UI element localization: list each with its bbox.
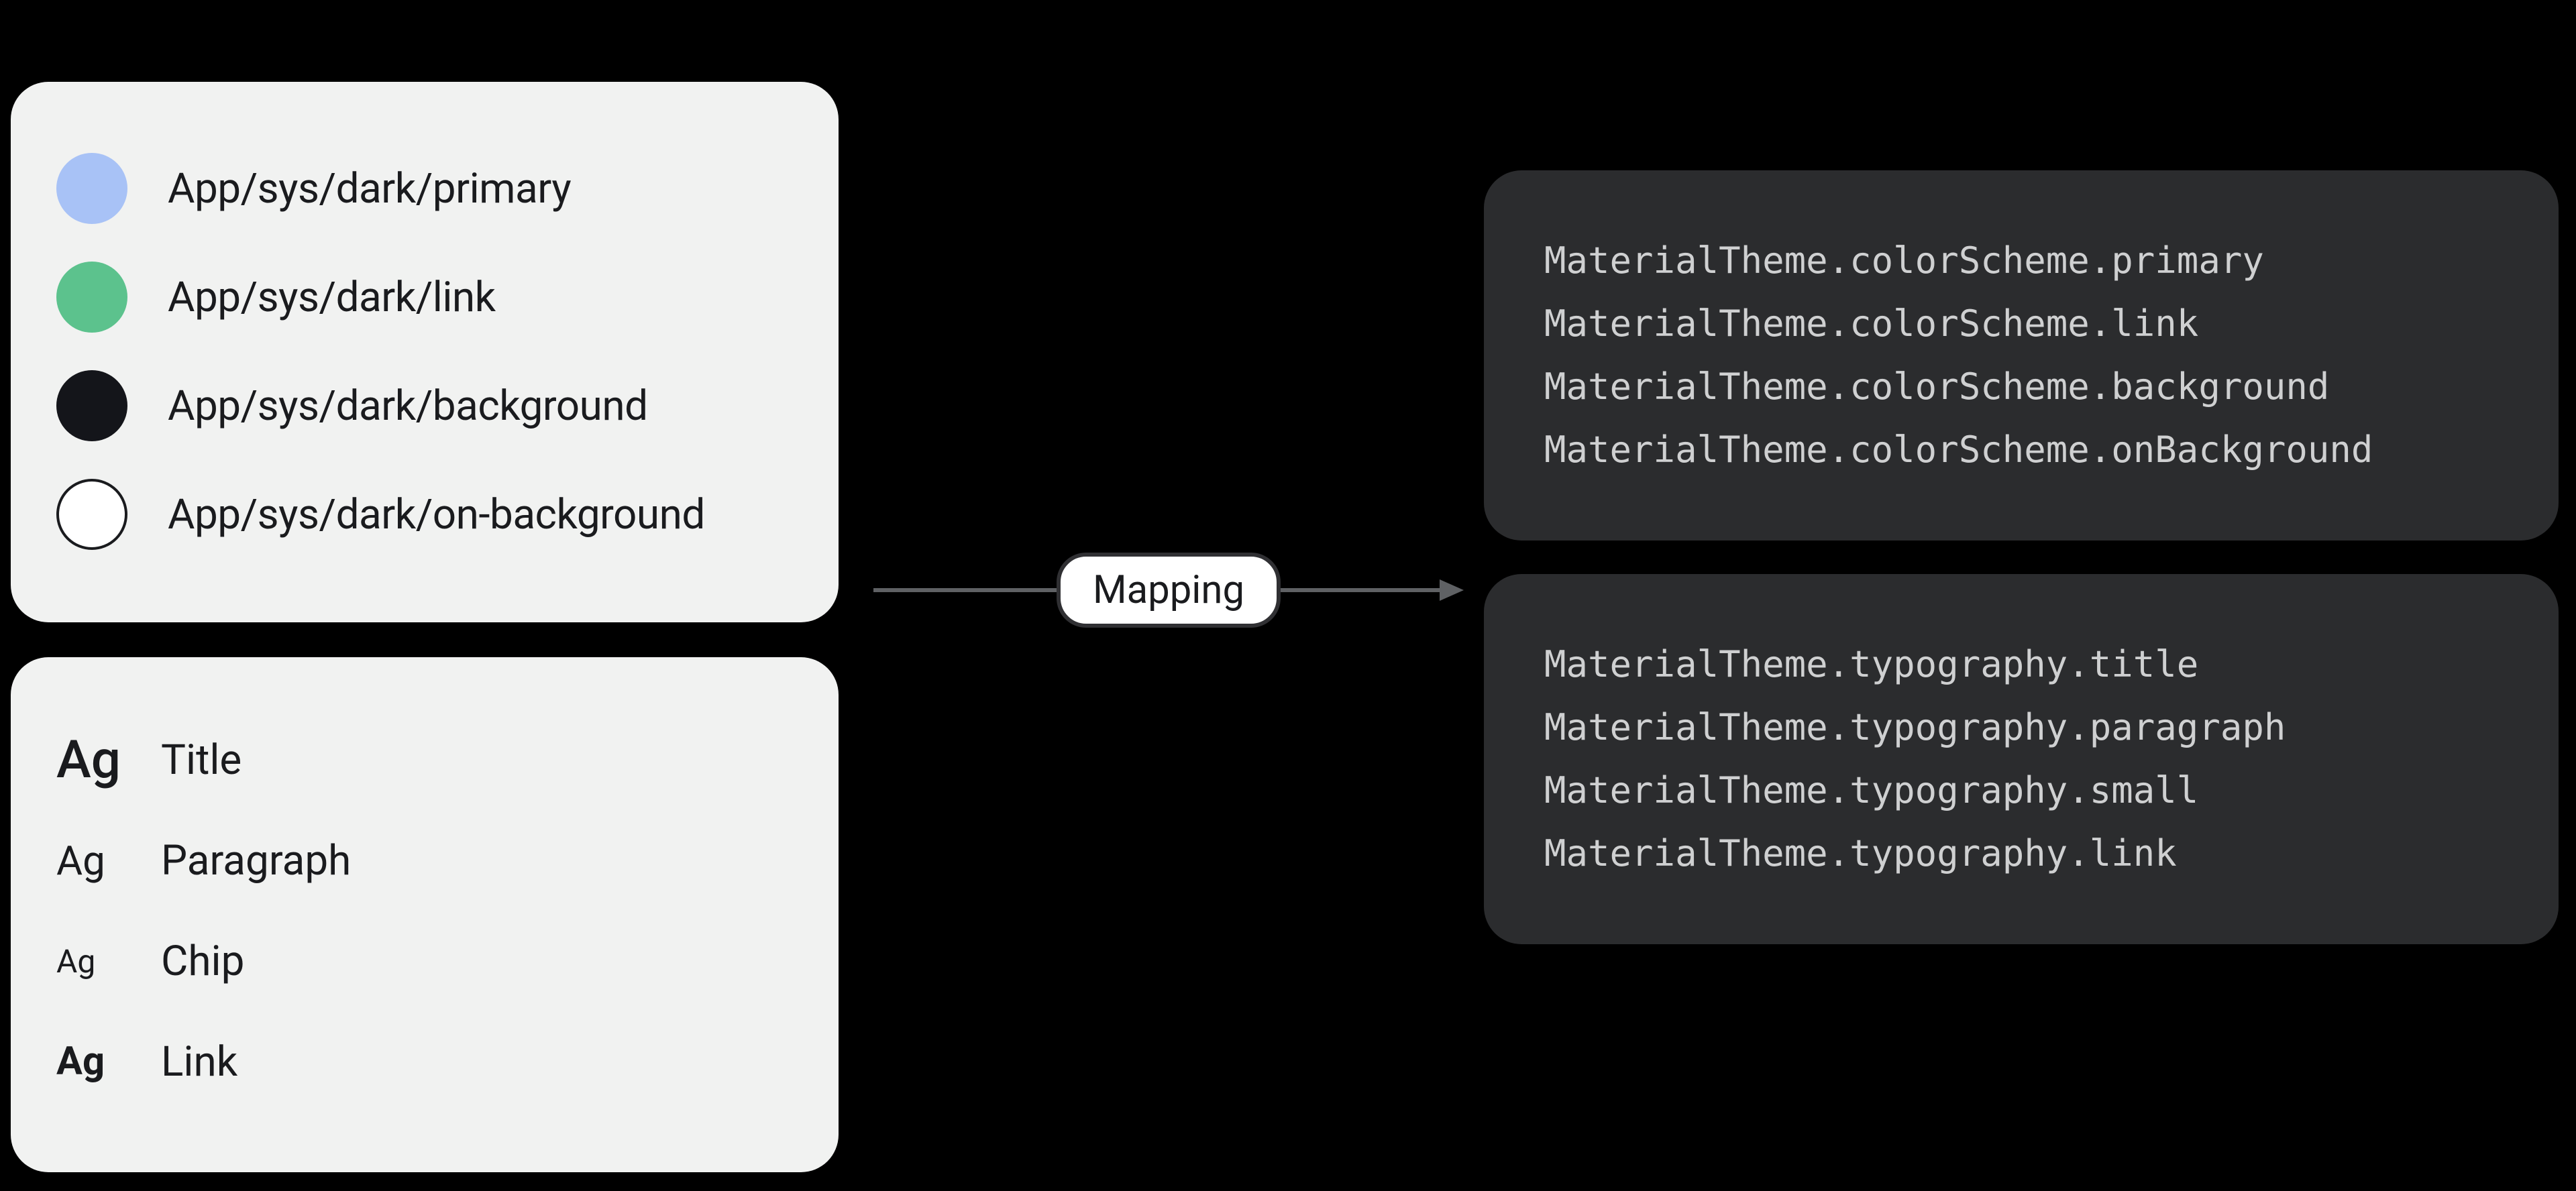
color-row-on-background: App/sys/dark/on-background xyxy=(56,460,793,569)
code-line: MaterialTheme.typography.title xyxy=(1544,646,2498,683)
typography-card: Ag Title Ag Paragraph Ag Chip Ag Link xyxy=(11,657,839,1172)
code-card-colorscheme: MaterialTheme.colorScheme.primary Materi… xyxy=(1484,170,2559,541)
typo-label-link: Link xyxy=(161,1037,237,1086)
code-line: MaterialTheme.colorScheme.onBackground xyxy=(1544,432,2498,468)
typo-sample-title: Ag xyxy=(56,730,130,791)
code-line: MaterialTheme.colorScheme.primary xyxy=(1544,243,2498,279)
code-line: MaterialTheme.typography.link xyxy=(1544,836,2498,872)
color-label-on-background: App/sys/dark/on-background xyxy=(168,490,705,539)
code-line: MaterialTheme.colorScheme.background xyxy=(1544,369,2498,405)
swatch-on-background xyxy=(56,479,127,550)
color-label-background: App/sys/dark/background xyxy=(168,382,648,431)
code-line: MaterialTheme.typography.paragraph xyxy=(1544,710,2498,746)
color-row-link: App/sys/dark/link xyxy=(56,243,793,351)
swatch-background xyxy=(56,370,127,441)
code-line: MaterialTheme.colorScheme.link xyxy=(1544,306,2498,342)
mapping-pill: Mapping xyxy=(1057,553,1281,628)
typo-row-title: Ag Title xyxy=(56,710,793,810)
code-card-typography: MaterialTheme.typography.title MaterialT… xyxy=(1484,574,2559,944)
mapping-arrow: Mapping xyxy=(873,550,1464,630)
typo-sample-link: Ag xyxy=(56,1039,130,1084)
typo-row-paragraph: Ag Paragraph xyxy=(56,810,793,911)
color-label-link: App/sys/dark/link xyxy=(168,273,496,322)
typo-sample-paragraph: Ag xyxy=(56,837,130,885)
color-row-background: App/sys/dark/background xyxy=(56,351,793,460)
typo-label-chip: Chip xyxy=(161,937,244,986)
typo-row-link: Ag Link xyxy=(56,1011,793,1112)
typo-label-paragraph: Paragraph xyxy=(161,836,351,885)
colors-card: App/sys/dark/primary App/sys/dark/link A… xyxy=(11,82,839,622)
typo-row-chip: Ag Chip xyxy=(56,911,793,1011)
color-label-primary: App/sys/dark/primary xyxy=(168,164,571,213)
swatch-link xyxy=(56,262,127,333)
code-line: MaterialTheme.typography.small xyxy=(1544,773,2498,809)
swatch-primary xyxy=(56,153,127,224)
typo-sample-chip: Ag xyxy=(56,942,130,980)
typo-label-title: Title xyxy=(161,736,241,785)
color-row-primary: App/sys/dark/primary xyxy=(56,134,793,243)
